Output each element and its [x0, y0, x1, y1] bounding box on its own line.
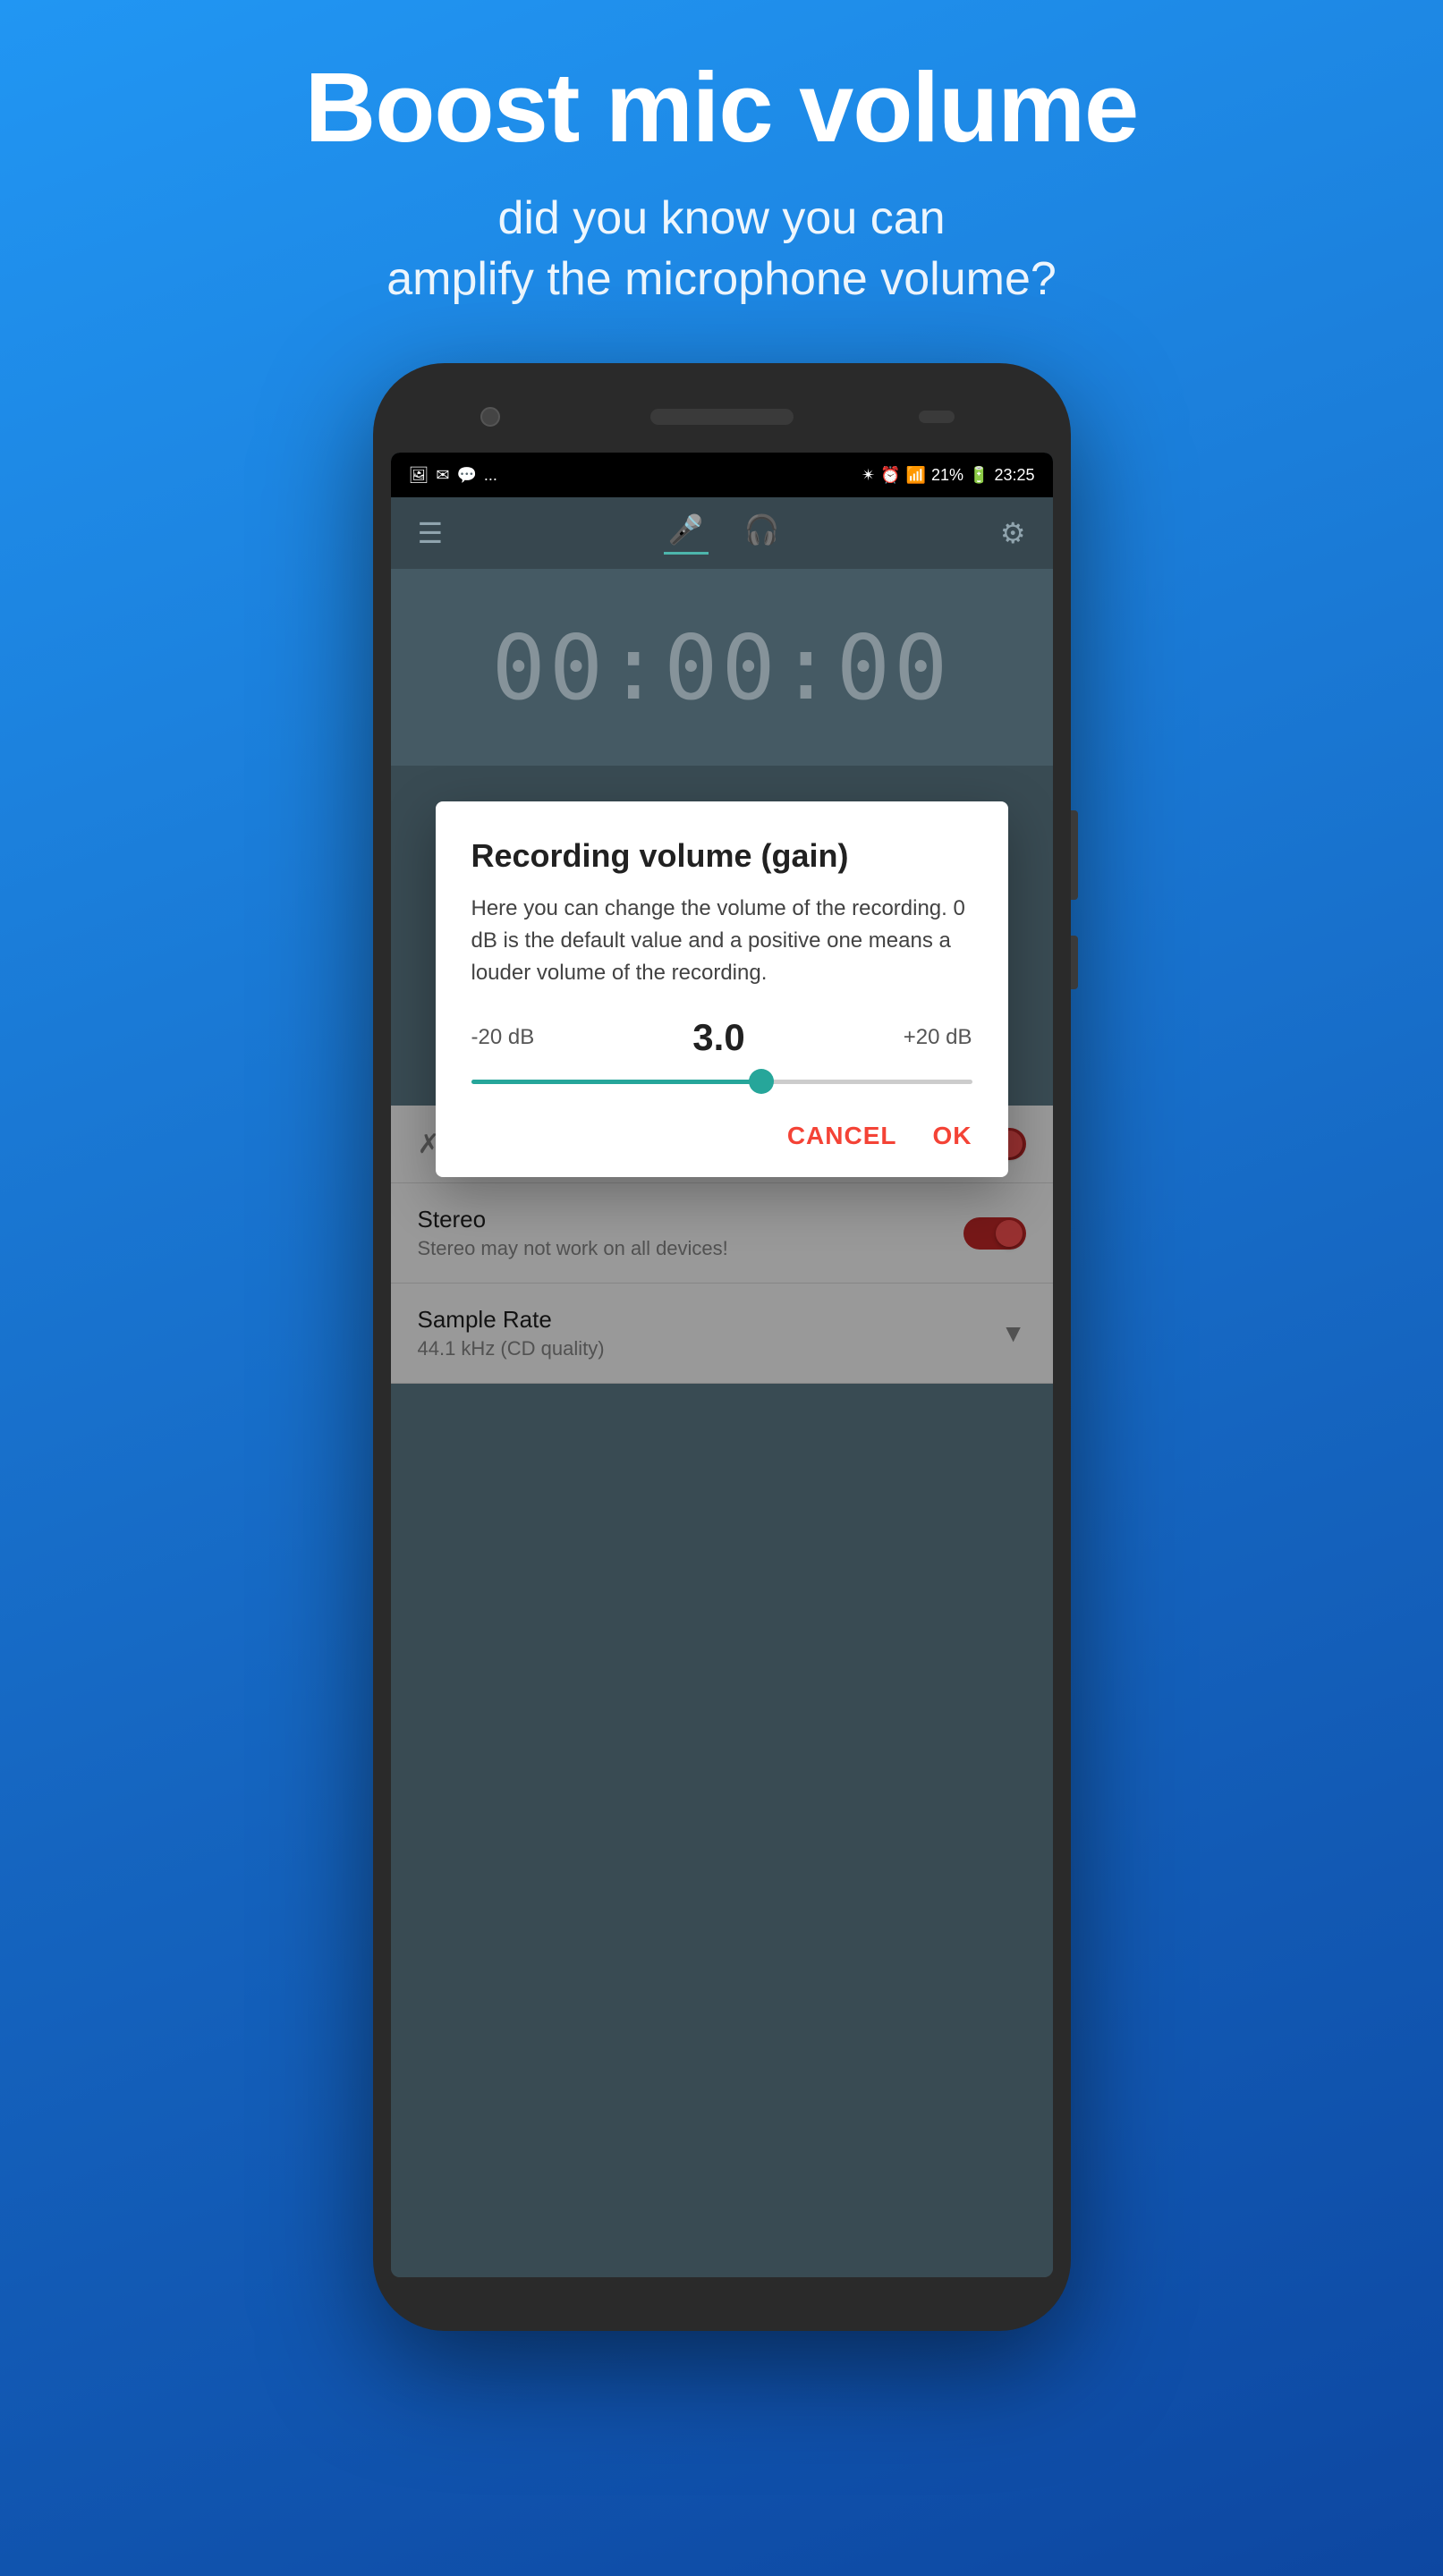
headphone-tab-icon: 🎧 — [744, 513, 780, 547]
sub-title: did you know you can amplify the microph… — [0, 189, 1443, 309]
timer-area: 00:00:00 — [391, 569, 1053, 766]
page-root: Boost mic volume did you know you can am… — [0, 0, 1443, 2331]
tab-headphone[interactable]: 🎧 — [744, 513, 780, 555]
slider-min-label: -20 dB — [471, 1025, 535, 1050]
phone-screen: 🖼 ✉ 💬 ... ✴ ⏰ 📶 21% 🔋 23:25 — [391, 453, 1053, 2277]
dialog-overlay: Recording volume (gain) Here you can cha… — [391, 766, 1053, 2277]
notification-icon-chat: 💬 — [456, 466, 476, 485]
bluetooth-icon: ✴ — [862, 466, 875, 485]
status-bar-right: ✴ ⏰ 📶 21% 🔋 23:25 — [862, 466, 1034, 485]
app-toolbar: ☰ 🎤 🎧 ⚙ — [391, 497, 1053, 569]
main-title: Boost mic volume — [0, 54, 1443, 162]
slider-labels: -20 dB 3.0 +20 dB — [471, 1016, 972, 1059]
recording-volume-dialog: Recording volume (gain) Here you can cha… — [436, 801, 1008, 1177]
settings-area: ✗ Remove echo Stereo — [391, 766, 1053, 2277]
signal-icon: 📶 — [906, 466, 926, 485]
subtitle-line2: amplify the microphone volume? — [386, 253, 1057, 305]
battery-percent: 21% — [931, 466, 963, 485]
timer-display: 00:00:00 — [492, 615, 952, 720]
phone-bezel — [391, 381, 1053, 453]
notification-icon-image: 🖼 — [409, 466, 429, 485]
tab-active-indicator — [664, 552, 709, 555]
notification-icon-gmail: ✉ — [436, 466, 449, 485]
dialog-title: Recording volume (gain) — [471, 837, 972, 875]
slider-thumb[interactable] — [749, 1069, 774, 1094]
menu-icon[interactable]: ☰ — [418, 516, 444, 550]
status-bar-left: 🖼 ✉ 💬 ... — [409, 466, 497, 485]
slider-current-value: 3.0 — [692, 1016, 744, 1059]
proximity-sensor — [919, 411, 955, 423]
front-camera — [480, 407, 500, 427]
alarm-icon: ⏰ — [880, 466, 900, 485]
power-button — [1071, 936, 1078, 989]
phone-device: 🖼 ✉ 💬 ... ✴ ⏰ 📶 21% 🔋 23:25 — [373, 363, 1071, 2331]
phone-wrapper: 🖼 ✉ 💬 ... ✴ ⏰ 📶 21% 🔋 23:25 — [0, 363, 1443, 2331]
earpiece-speaker — [650, 409, 794, 425]
volume-button — [1071, 810, 1078, 900]
ok-button[interactable]: OK — [933, 1122, 972, 1150]
slider-fill — [471, 1080, 762, 1084]
tab-microphone[interactable]: 🎤 — [664, 513, 709, 555]
battery-icon: 🔋 — [969, 466, 989, 485]
notification-more: ... — [484, 466, 497, 485]
slider-track — [471, 1080, 972, 1084]
cancel-button[interactable]: CANCEL — [787, 1122, 897, 1150]
equalizer-icon[interactable]: ⚙ — [1000, 516, 1026, 550]
slider-max-label: +20 dB — [904, 1025, 972, 1050]
screen-content: 🖼 ✉ 💬 ... ✴ ⏰ 📶 21% 🔋 23:25 — [391, 453, 1053, 2277]
subtitle-line1: did you know you can — [497, 192, 945, 244]
dialog-description: Here you can change the volume of the re… — [471, 893, 972, 989]
toolbar-tabs: 🎤 🎧 — [664, 513, 780, 555]
header-section: Boost mic volume did you know you can am… — [0, 0, 1443, 345]
dialog-buttons: CANCEL OK — [471, 1122, 972, 1150]
mic-tab-icon: 🎤 — [668, 513, 704, 547]
status-bar: 🖼 ✉ 💬 ... ✴ ⏰ 📶 21% 🔋 23:25 — [391, 453, 1053, 497]
time-display: 23:25 — [994, 466, 1034, 485]
slider-container[interactable] — [471, 1068, 972, 1095]
